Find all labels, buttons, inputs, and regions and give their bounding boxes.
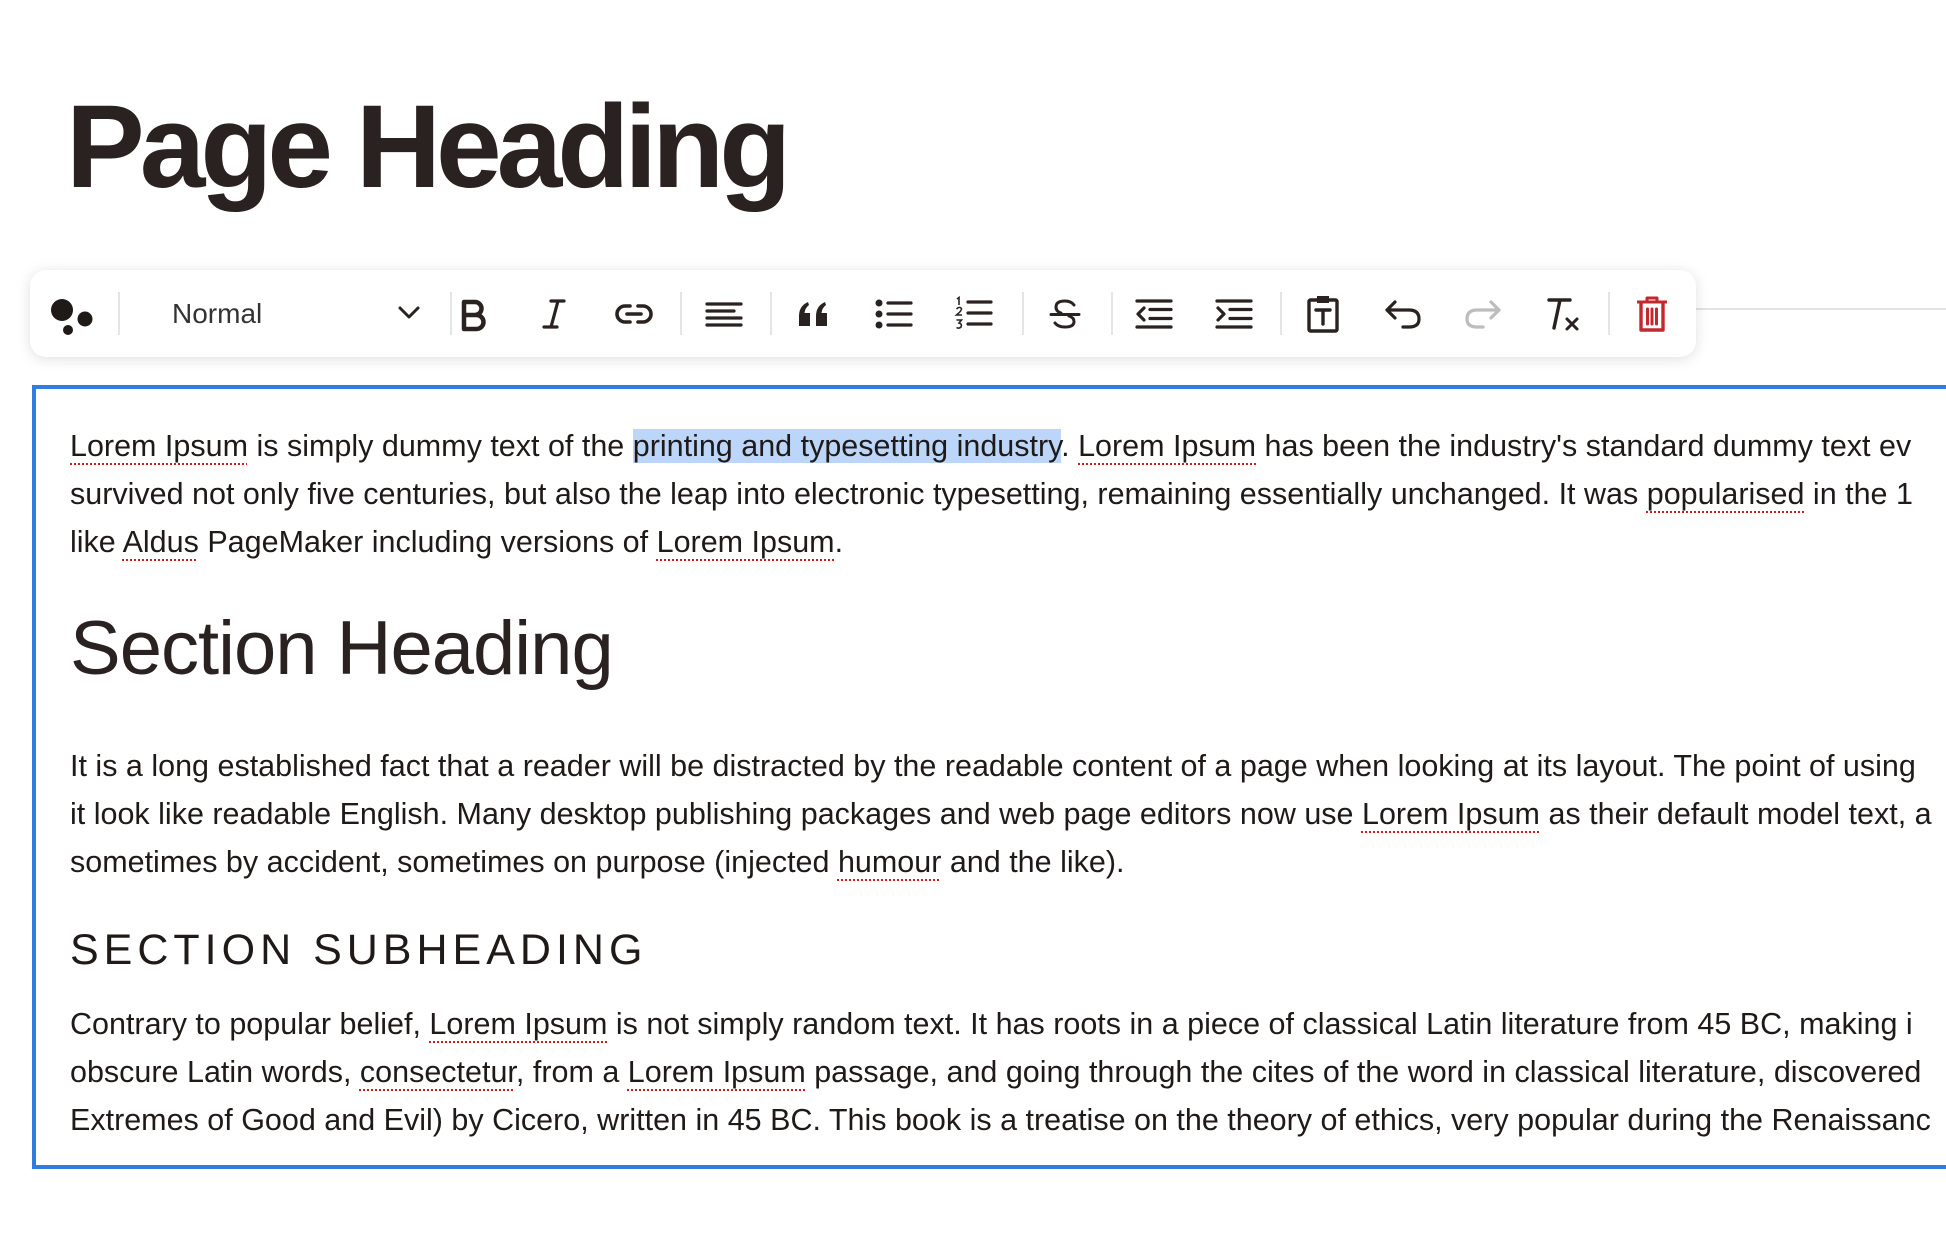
toolbar-separator bbox=[770, 292, 772, 335]
text-run: has been the industry's standard dummy t… bbox=[1256, 429, 1912, 463]
undo-button[interactable] bbox=[1377, 288, 1429, 340]
logo-icon bbox=[48, 288, 108, 348]
chevron-down-icon bbox=[396, 300, 422, 331]
text-run: is not simply random text. It has roots … bbox=[607, 1007, 1913, 1041]
misspelled-word: Lorem Ipsum bbox=[429, 1007, 608, 1041]
paragraph-line: it look like readable English. Many desk… bbox=[70, 790, 1932, 838]
link-button[interactable] bbox=[608, 288, 660, 340]
misspelled-word: Lorem Ipsum bbox=[70, 429, 248, 463]
text-style-value: Normal bbox=[172, 298, 263, 329]
misspelled-word: Aldus bbox=[122, 525, 199, 559]
misspelled-word: consectetur bbox=[359, 1055, 516, 1089]
trash-icon bbox=[1634, 294, 1670, 334]
italic-button[interactable] bbox=[528, 288, 580, 340]
toolbar-divider-line bbox=[1690, 308, 1946, 310]
paragraph-line: Contrary to popular belief, Lorem Ipsum … bbox=[70, 1000, 1913, 1048]
text-run: as their default model text, a bbox=[1539, 797, 1932, 831]
text-run: is simply dummy text of the bbox=[247, 429, 633, 463]
redo-icon bbox=[1463, 296, 1503, 332]
paste-text-icon bbox=[1305, 294, 1341, 334]
toolbar-separator bbox=[1280, 292, 1282, 335]
text-run: like bbox=[70, 525, 123, 559]
rich-text-editor[interactable]: Lorem Ipsum is simply dummy text of the … bbox=[32, 385, 1946, 1169]
blockquote-icon bbox=[796, 296, 832, 332]
selected-text: printing and typesetting industry bbox=[632, 429, 1062, 463]
misspelled-word: Lorem Ipsum bbox=[1361, 797, 1540, 831]
bold-icon bbox=[455, 296, 491, 332]
blockquote-button[interactable] bbox=[788, 288, 840, 340]
clear-format-button[interactable] bbox=[1537, 288, 1589, 340]
numbered-list-button[interactable] bbox=[948, 288, 1000, 340]
paragraph-line: Extremes of Good and Evil) by Cicero, wr… bbox=[70, 1096, 1931, 1144]
indent-button[interactable] bbox=[1208, 288, 1260, 340]
text-run: and the like). bbox=[941, 845, 1125, 879]
paragraph-line: sometimes by accident, sometimes on purp… bbox=[70, 838, 1124, 886]
bold-button[interactable] bbox=[447, 288, 499, 340]
section-heading: Section Heading bbox=[70, 606, 614, 691]
paste-text-button[interactable] bbox=[1297, 288, 1349, 340]
delete-block-button[interactable] bbox=[1626, 288, 1678, 340]
text-run: . bbox=[1061, 429, 1079, 463]
paragraph-line: It is a long established fact that a rea… bbox=[70, 742, 1916, 790]
section-subheading: SECTION SUBHEADING bbox=[70, 926, 648, 974]
clear-format-icon bbox=[1543, 295, 1583, 333]
undo-icon bbox=[1383, 296, 1423, 332]
text-run: Contrary to popular belief, bbox=[70, 1007, 430, 1041]
indent-icon bbox=[1214, 296, 1254, 332]
text-run: , from a bbox=[515, 1055, 628, 1089]
strikethrough-button[interactable] bbox=[1039, 288, 1091, 340]
text-run: sometimes by accident, sometimes on purp… bbox=[70, 845, 838, 879]
text-run: PageMaker including versions of bbox=[198, 525, 657, 559]
toolbar-separator bbox=[680, 292, 682, 335]
italic-icon bbox=[536, 296, 572, 332]
outdent-button[interactable] bbox=[1128, 288, 1180, 340]
bullet-list-button[interactable] bbox=[868, 288, 920, 340]
paragraph-line: Lorem Ipsum is simply dummy text of the … bbox=[70, 422, 1911, 470]
text-run: it look like readable English. Many desk… bbox=[70, 797, 1362, 831]
paragraph-line: survived not only five centuries, but al… bbox=[70, 470, 1913, 518]
redo-button[interactable] bbox=[1457, 288, 1509, 340]
paragraph-line: like Aldus PageMaker including versions … bbox=[70, 518, 843, 566]
text-run: obscure Latin words, bbox=[70, 1055, 360, 1089]
numbered-list-icon bbox=[954, 295, 994, 333]
text-run: survived not only five centuries, but al… bbox=[70, 477, 1647, 511]
misspelled-word: Lorem Ipsum bbox=[1078, 429, 1257, 463]
text-run: in the 1 bbox=[1804, 477, 1913, 511]
misspelled-word: Lorem Ipsum bbox=[656, 525, 835, 559]
text-style-select[interactable]: Normal bbox=[140, 284, 440, 344]
misspelled-word: humour bbox=[837, 845, 942, 879]
text-run: Extremes of Good and Evil) by Cicero, wr… bbox=[70, 1103, 1931, 1137]
align-left-icon bbox=[704, 296, 744, 332]
bullet-list-icon bbox=[874, 296, 914, 332]
toolbar-separator bbox=[1608, 292, 1610, 335]
outdent-icon bbox=[1134, 296, 1174, 332]
link-icon bbox=[613, 296, 655, 332]
text-run: passage, and going through the cites of … bbox=[805, 1055, 1922, 1089]
strikethrough-icon bbox=[1047, 296, 1083, 332]
misspelled-word: Lorem Ipsum bbox=[627, 1055, 806, 1089]
text-run: It is a long established fact that a rea… bbox=[70, 749, 1916, 783]
toolbar-separator bbox=[1022, 292, 1024, 335]
align-left-button[interactable] bbox=[698, 288, 750, 340]
misspelled-word: popularised bbox=[1646, 477, 1805, 511]
paragraph-line: obscure Latin words, consectetur, from a… bbox=[70, 1048, 1921, 1096]
editor-toolbar: Normal bbox=[30, 270, 1696, 357]
text-run: . bbox=[834, 525, 844, 559]
toolbar-separator bbox=[1111, 292, 1113, 335]
toolbar-separator bbox=[118, 292, 120, 335]
page-heading: Page Heading bbox=[66, 81, 791, 213]
